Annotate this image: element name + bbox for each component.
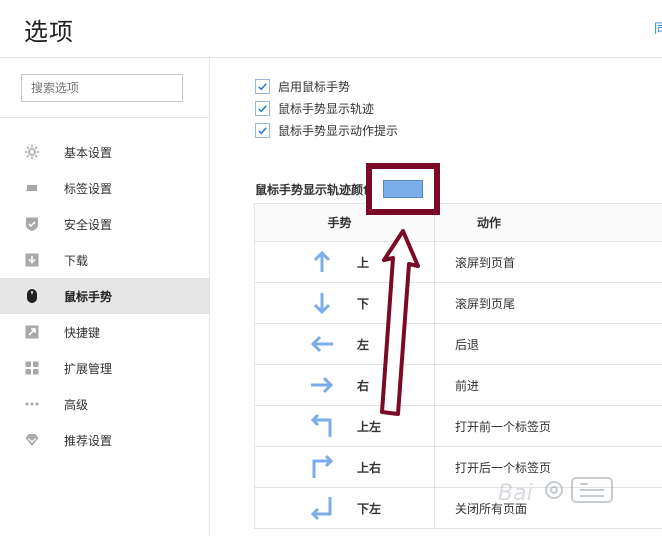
gesture-direction: 下左 (357, 501, 382, 516)
show-hint-option[interactable]: 鼠标手势显示动作提示 (255, 122, 398, 139)
arrow-right-icon (307, 370, 337, 400)
checkmark-icon (258, 105, 267, 113)
diamond-icon (24, 432, 40, 448)
sidebar-item-label: 鼠标手势 (64, 289, 113, 304)
sidebar-item-label: 标签设置 (64, 181, 113, 196)
sidebar-item-label: 高级 (64, 397, 89, 412)
sidebar: 基本设置 标签设置 安全设置 下载 鼠标手势 (0, 58, 210, 536)
extensions-icon (24, 360, 40, 376)
shield-icon (24, 216, 40, 232)
table-row: 上 滚屏到页首 (254, 242, 662, 283)
sidebar-item-label: 安全设置 (64, 217, 113, 232)
show-hint-checkbox[interactable] (255, 123, 270, 138)
sidebar-item-shortcuts[interactable]: 快捷键 (0, 314, 209, 350)
checkmark-icon (258, 127, 267, 135)
sidebar-item-recommended[interactable]: 推荐设置 (0, 422, 209, 458)
trail-color-swatch[interactable] (383, 180, 423, 198)
more-icon (24, 396, 40, 412)
arrow-down-icon (307, 288, 337, 318)
gesture-direction: 右 (357, 378, 370, 393)
arrow-up-right-icon (307, 452, 337, 482)
sidebar-item-extensions[interactable]: 扩展管理 (0, 350, 209, 386)
gesture-direction: 下 (357, 296, 370, 311)
trail-color-label: 鼠标手势显示轨迹颜色 (255, 183, 376, 197)
sidebar-item-label: 扩展管理 (64, 361, 113, 376)
arrow-up-left-icon (307, 411, 337, 441)
show-trail-option[interactable]: 鼠标手势显示轨迹 (255, 100, 374, 117)
table-row: 上左 打开前一个标签页 (254, 406, 662, 447)
show-trail-checkbox[interactable] (255, 101, 270, 116)
annotation-highlight-box (366, 163, 440, 215)
sidebar-item-mouse-gesture[interactable]: 鼠标手势 (0, 278, 209, 314)
sidebar-item-label: 快捷键 (64, 325, 101, 340)
gesture-table-header: 手势 动作 (254, 204, 662, 242)
tab-icon (24, 180, 40, 196)
search-input[interactable] (21, 74, 183, 102)
gesture-direction: 左 (357, 337, 370, 352)
sidebar-item-label: 下载 (64, 253, 89, 268)
table-row: 下 滚屏到页尾 (254, 283, 662, 324)
arrow-down-left-icon (307, 493, 337, 523)
table-row: 左 后退 (254, 324, 662, 365)
gesture-action: 滚屏到页首 (455, 255, 516, 270)
enable-gesture-label: 启用鼠标手势 (278, 80, 351, 94)
sidebar-item-security-settings[interactable]: 安全设置 (0, 206, 209, 242)
sidebar-divider (0, 117, 209, 118)
show-trail-label: 鼠标手势显示轨迹 (278, 102, 375, 116)
page-title: 选项 (24, 18, 74, 46)
gesture-action: 后退 (455, 337, 480, 352)
sidebar-item-advanced[interactable]: 高级 (0, 386, 209, 422)
shortcut-icon (24, 324, 40, 340)
arrow-left-icon (307, 329, 337, 359)
gesture-direction: 上左 (357, 419, 382, 434)
content-panel: 启用鼠标手势 鼠标手势显示轨迹 鼠标手势显示动作提示 鼠标手势显示轨迹颜色 手势… (211, 58, 662, 536)
show-hint-label: 鼠标手势显示动作提示 (278, 124, 399, 138)
sidebar-item-label: 基本设置 (64, 145, 113, 160)
gesture-direction: 上 (357, 255, 370, 270)
gesture-action: 前进 (455, 378, 480, 393)
sidebar-item-basic-settings[interactable]: 基本设置 (0, 134, 209, 170)
action-column-header: 动作 (477, 216, 502, 230)
gesture-direction: 上右 (357, 460, 382, 475)
header-link[interactable]: 同 (654, 18, 662, 37)
baidu-jingyan-watermark-icon: Bai (498, 477, 613, 506)
checkmark-icon (258, 83, 267, 91)
arrow-up-icon (307, 247, 337, 277)
header: 选项 同 (0, 0, 662, 58)
sidebar-item-label: 推荐设置 (64, 433, 113, 448)
svg-text:Bai: Bai (498, 481, 533, 506)
enable-gesture-option[interactable]: 启用鼠标手势 (255, 78, 350, 95)
sidebar-item-download[interactable]: 下载 (0, 242, 209, 278)
sidebar-item-tab-settings[interactable]: 标签设置 (0, 170, 209, 206)
download-icon (24, 252, 40, 268)
sidebar-nav: 基本设置 标签设置 安全设置 下载 鼠标手势 快捷键 扩展管理 高级 推荐设置 (0, 134, 209, 458)
mouse-icon (24, 288, 40, 304)
gesture-action: 打开前一个标签页 (455, 419, 552, 434)
enable-gesture-checkbox[interactable] (255, 79, 270, 94)
gear-icon (24, 144, 40, 160)
gesture-action: 滚屏到页尾 (455, 296, 516, 311)
table-row: 右 前进 (254, 365, 662, 406)
